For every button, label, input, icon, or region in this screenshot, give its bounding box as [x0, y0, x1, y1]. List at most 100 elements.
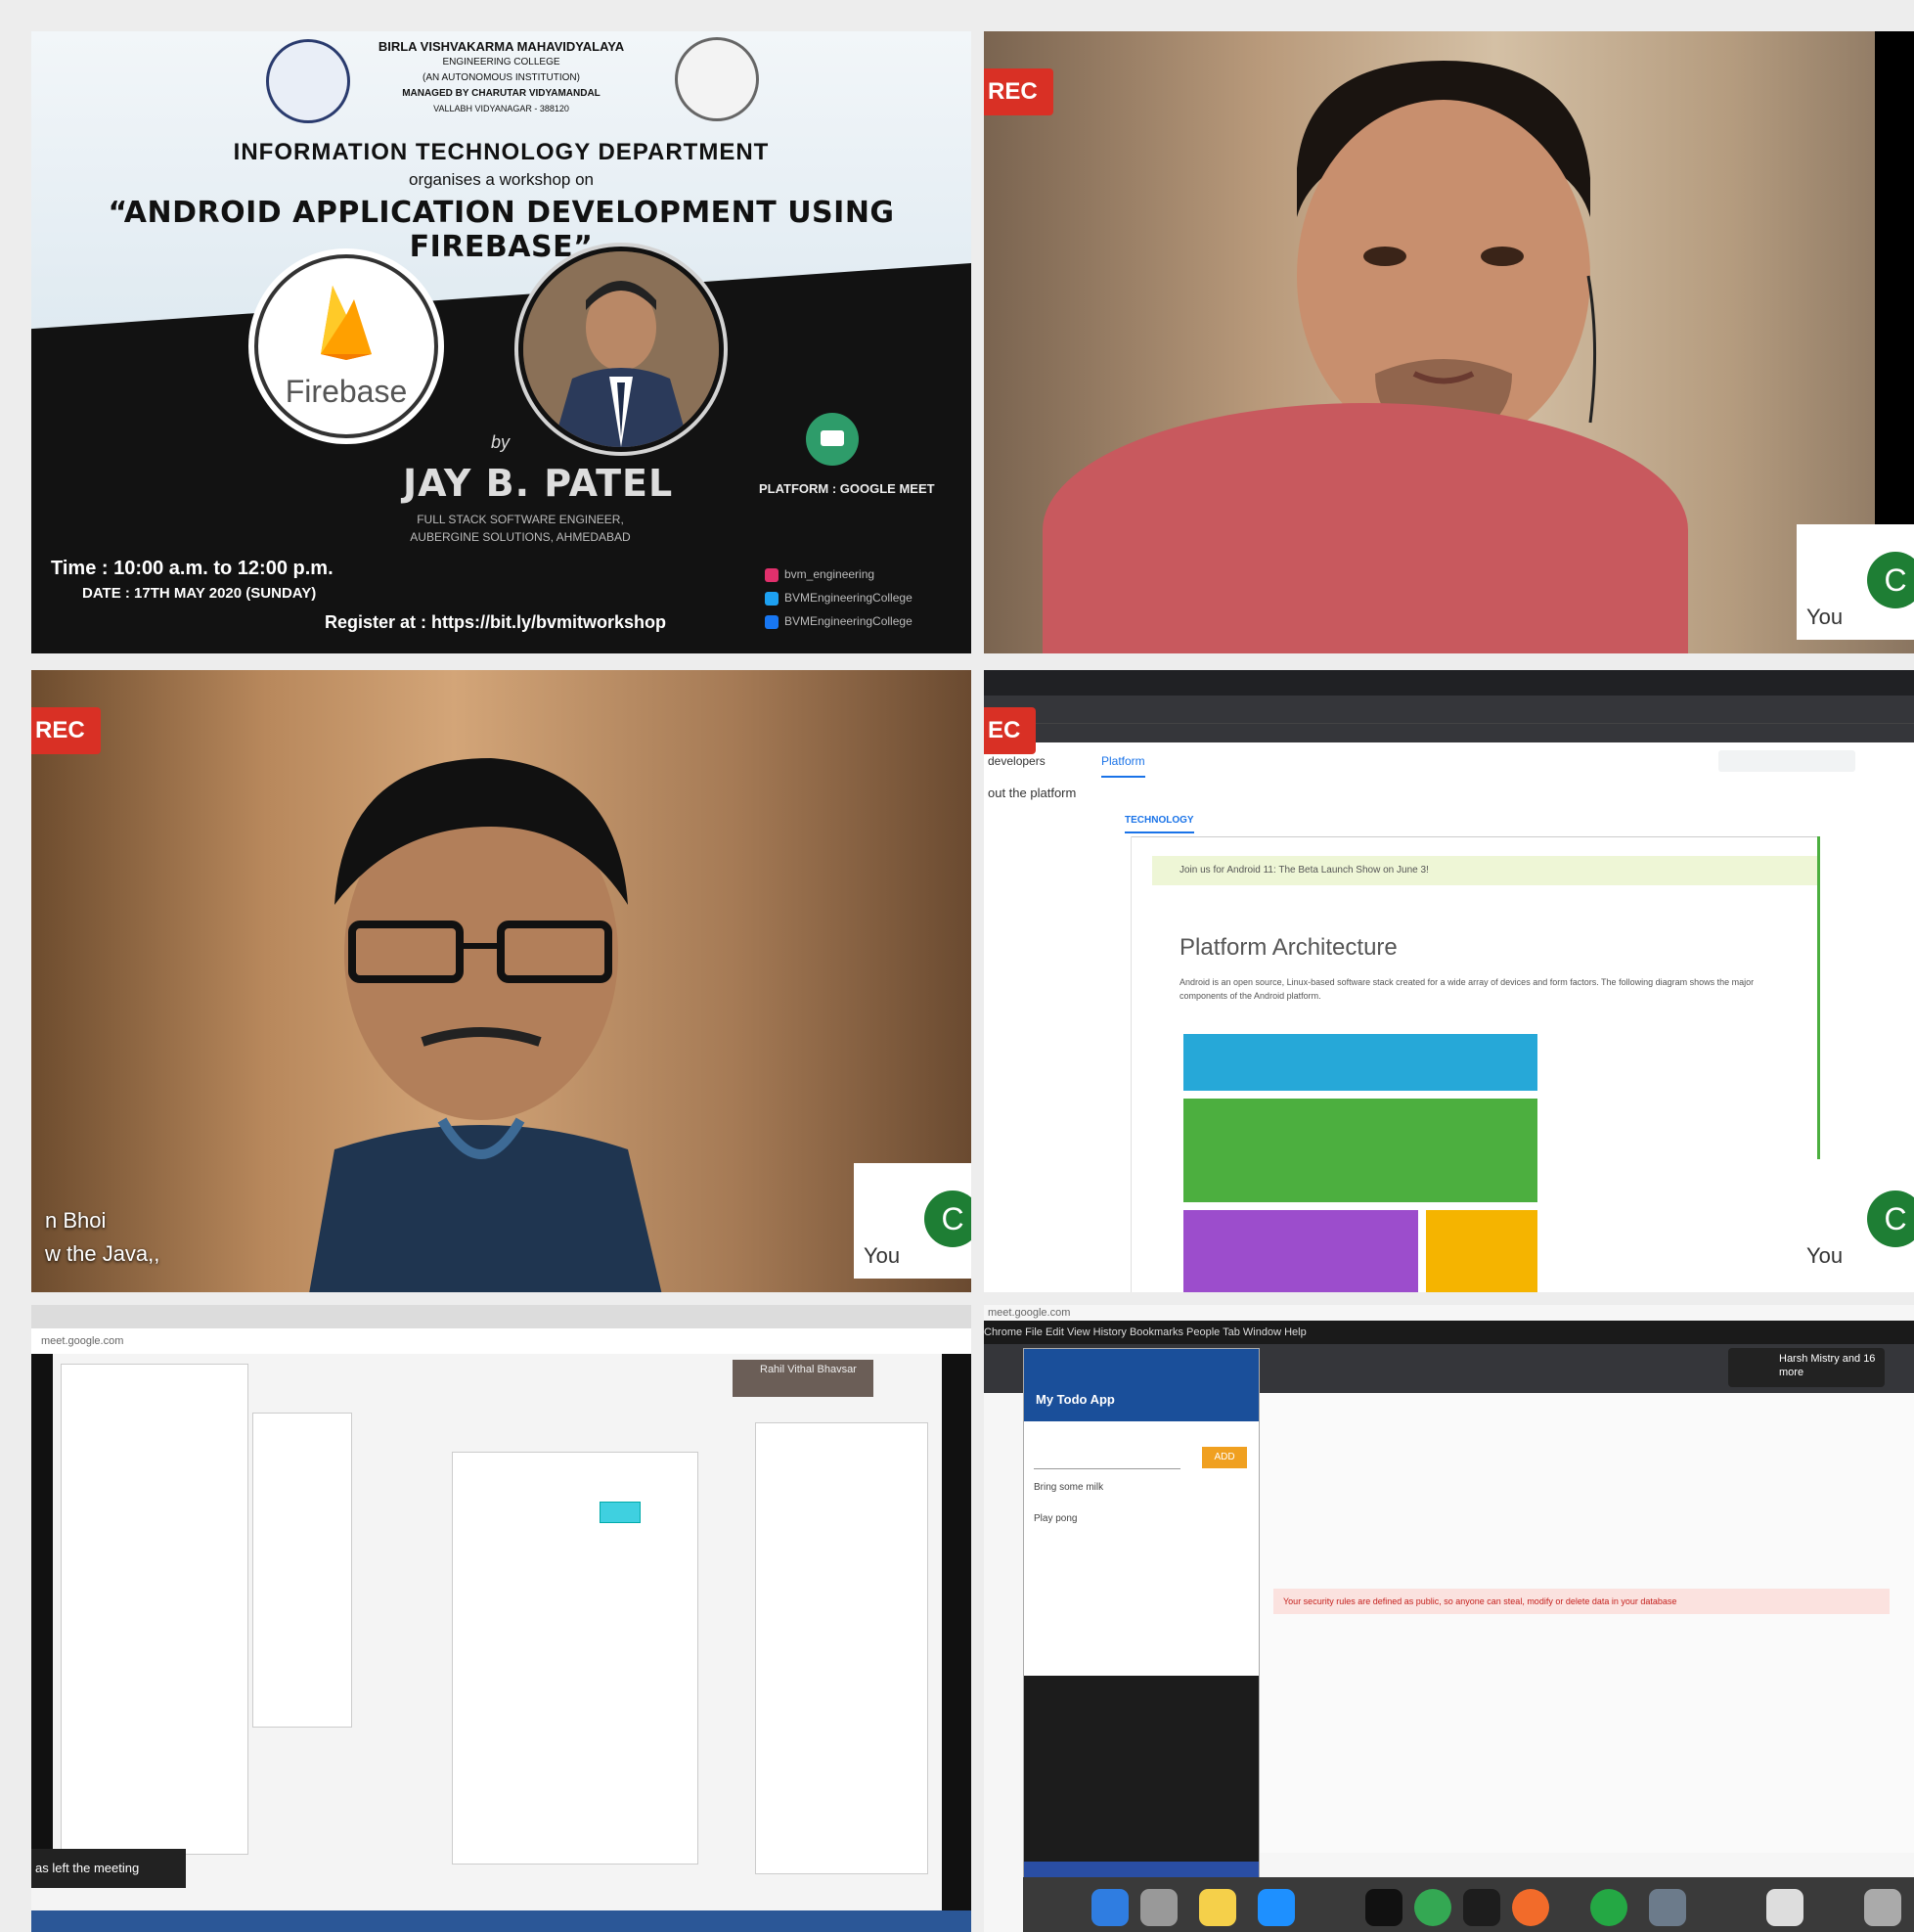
participant-video-tile[interactable]: REC C You — [984, 31, 1914, 653]
college-address: VALLABH VIDYANAGAR - 388120 — [433, 104, 569, 113]
self-label: You — [1806, 605, 1844, 629]
trash-icon[interactable] — [1864, 1889, 1901, 1926]
video-edge — [1875, 31, 1914, 550]
participant-name: n Bhoi w the Java,, — [45, 1204, 159, 1271]
android-emulator: My Todo App ADD Bring some milk Play pon… — [1023, 1348, 1260, 1906]
social-facebook: BVMEngineeringCollege — [765, 614, 912, 629]
speaker-photo — [518, 247, 724, 452]
firebase-logo-circle: Firebase — [254, 254, 438, 438]
self-label: You — [864, 1243, 901, 1268]
palette-panel — [252, 1413, 352, 1728]
recording-badge: REC — [984, 68, 1053, 115]
recording-badge: REC — [31, 707, 101, 754]
design-canvas — [452, 1452, 698, 1865]
launchpad-icon[interactable] — [1140, 1889, 1178, 1926]
project-tree-panel — [61, 1364, 248, 1855]
page-description: Android is an open source, Linux-based s… — [1180, 977, 1755, 1001]
tab-technology: TECHNOLOGY — [1125, 815, 1194, 833]
arch-runtime-layer — [1426, 1210, 1537, 1292]
workshop-title: “ANDROID APPLICATION DEVELOPMENT USING F… — [108, 196, 895, 264]
site-nav-platform: Platform — [1101, 754, 1145, 778]
browser-address-bar — [984, 696, 1914, 723]
app-title: My Todo App — [1024, 1378, 1259, 1421]
browser-address-bar: meet.google.com — [31, 1328, 971, 1354]
shared-screen-browser: developers Platform out the platform TEC… — [984, 670, 1914, 1292]
time-text: Time : 10:00 a.m. to 12:00 p.m. — [51, 558, 334, 579]
organises-text: organises a workshop on — [408, 170, 594, 189]
add-button[interactable]: ADD — [1202, 1447, 1247, 1468]
platform-text: PLATFORM : GOOGLE MEET — [759, 481, 935, 496]
participant-video-tile[interactable]: REC n Bhoi w the Java,, C You — [31, 670, 971, 1292]
google-meet-icon — [806, 413, 859, 466]
recording-badge: EC — [984, 707, 1037, 754]
pycharm-icon[interactable] — [1463, 1889, 1500, 1926]
right-toc — [1817, 836, 1914, 1159]
arch-framework-layer — [1183, 1099, 1537, 1202]
college-managed: MANAGED BY CHARUTAR VIDYAMANDAL — [402, 88, 601, 99]
page-title: Platform Architecture — [1180, 934, 1398, 961]
document-icon[interactable] — [1766, 1889, 1803, 1926]
self-label: You — [1806, 1243, 1844, 1268]
notes-icon[interactable] — [1199, 1889, 1236, 1926]
speaker-role: FULL STACK SOFTWARE ENGINEER, AUBERGINE … — [374, 511, 667, 546]
meet-url: meet.google.com — [988, 1307, 1071, 1319]
speaker-silhouette-icon — [523, 251, 719, 447]
left-meeting-notice: as left the meeting — [31, 1849, 186, 1888]
twitter-icon — [765, 591, 779, 606]
vscode-icon[interactable] — [1649, 1889, 1686, 1926]
participant-name-line1: n Bhoi — [45, 1208, 107, 1233]
firebase-word: Firebase — [285, 374, 408, 409]
maps-icon[interactable] — [1590, 1889, 1627, 1926]
meet-participants-pill: Harsh Mistry and 16 more — [1728, 1348, 1885, 1387]
arch-native-layer — [1183, 1210, 1418, 1292]
instagram-icon — [765, 567, 779, 582]
facebook-icon — [765, 614, 779, 629]
speaker-role-line1: FULL STACK SOFTWARE ENGINEER, — [417, 513, 624, 526]
firebase-console: Your security rules are defined as publi… — [1258, 1393, 1914, 1853]
browser-tab-strip — [984, 670, 1914, 696]
self-view[interactable]: C You — [1797, 1163, 1914, 1279]
social-handle: BVMEngineeringCollege — [784, 614, 912, 628]
social-twitter: BVMEngineeringCollege — [765, 591, 912, 606]
participant-shirt — [1043, 403, 1688, 653]
register-link: Register at : https://bit.ly/bvmitworksh… — [325, 612, 667, 632]
self-view[interactable]: C You — [1797, 524, 1914, 640]
chrome-icon[interactable] — [1414, 1889, 1451, 1926]
left-nav — [984, 836, 1132, 1292]
self-avatar: C — [924, 1191, 971, 1247]
college-status: (AN AUTONOMOUS INSTITUTION) — [423, 72, 580, 83]
breadcrumb: out the platform — [988, 786, 1077, 800]
firebase-flame-icon — [321, 286, 372, 360]
list-item: Play pong — [1034, 1513, 1078, 1524]
attributes-panel — [755, 1422, 928, 1874]
shared-screen-poster: BIRLA VISHVAKARMA MAHAVIDYALAYA ENGINEER… — [31, 31, 971, 653]
social-handle: BVMEngineeringCollege — [784, 591, 912, 605]
site-search-icon — [1718, 750, 1855, 772]
security-warning: Your security rules are defined as publi… — [1273, 1589, 1890, 1614]
soft-keyboard[interactable] — [1024, 1676, 1259, 1862]
mac-dock — [1023, 1877, 1914, 1932]
finder-icon[interactable] — [1091, 1889, 1129, 1926]
terminal-icon[interactable] — [1365, 1889, 1402, 1926]
browser-bookmarks-bar — [984, 723, 1914, 743]
self-avatar: C — [1867, 552, 1914, 608]
selected-widget — [600, 1502, 641, 1523]
site-header: developers Platform — [984, 742, 1914, 781]
by-text: by — [491, 432, 511, 452]
task-input[interactable] — [1034, 1451, 1180, 1469]
app-store-icon[interactable] — [1258, 1889, 1295, 1926]
self-view[interactable]: C You — [854, 1163, 971, 1279]
list-item: Bring some milk — [1034, 1482, 1104, 1493]
department-heading: INFORMATION TECHNOLOGY DEPARTMENT — [233, 139, 770, 165]
taskbar — [31, 1910, 971, 1932]
speaker-role-line2: AUBERGINE SOLUTIONS, AHMEDABAD — [410, 530, 631, 544]
date-text: DATE : 17TH MAY 2020 (SUNDAY) — [82, 585, 317, 602]
site-subnav: out the platform TECHNOLOGY — [984, 780, 1914, 837]
postman-icon[interactable] — [1512, 1889, 1549, 1926]
browser-tab-strip — [31, 1305, 971, 1328]
social-handle: bvm_engineering — [784, 567, 875, 581]
mac-menubar: Chrome File Edit View History Bookmarks … — [984, 1321, 1914, 1344]
site-brand: developers — [988, 754, 1046, 768]
phone-status-bar — [1024, 1349, 1259, 1378]
screen-edge-left — [31, 1354, 53, 1882]
